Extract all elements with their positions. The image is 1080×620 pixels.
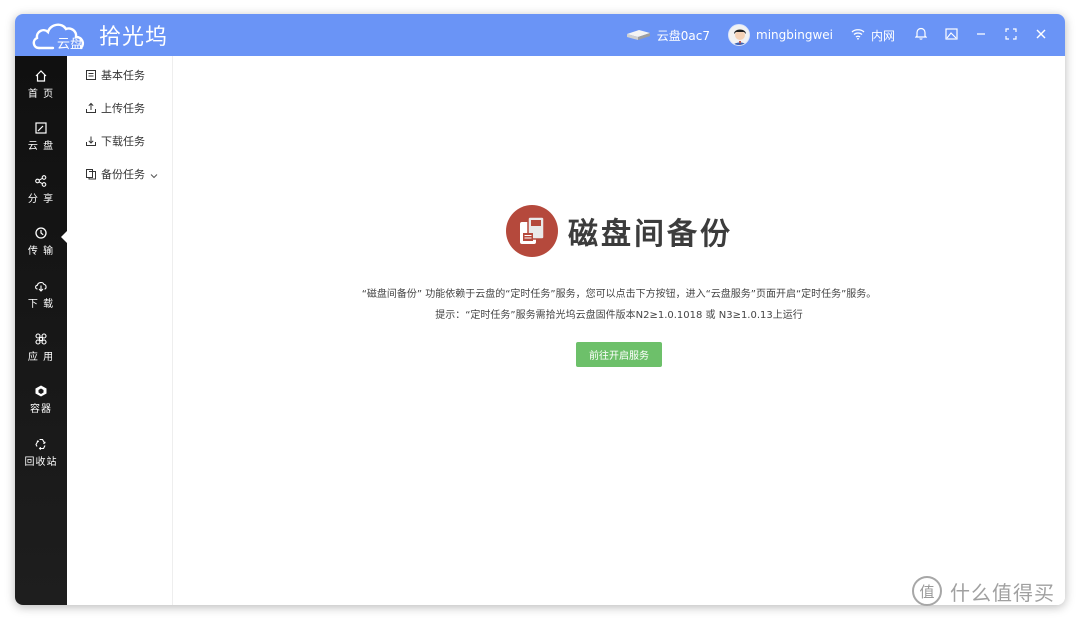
minimize-button[interactable] [973,27,989,43]
title-bar-actions: 云盘0ac7 mingbingwei 内网 [625,14,1065,56]
sidebar-item-apps[interactable]: 应 用 [15,329,67,373]
sidebar-item-container[interactable]: 容器 [15,381,67,425]
download-icon [85,135,97,147]
network-label: 内网 [870,28,895,43]
title-bar: 云盘 拾光坞 云盘0ac7 mingbingwei 内网 [15,14,1065,56]
fullscreen-button[interactable] [1003,27,1019,43]
username: mingbingwei [756,28,833,42]
avatar [728,24,751,46]
container-icon [34,383,48,397]
sidebar-item-transfer[interactable]: 传 输 [15,223,67,267]
sidebar-item-label: 容器 [30,404,52,415]
sidebar-item-home[interactable]: 首 页 [15,66,67,110]
app-window: 云盘 拾光坞 云盘0ac7 mingbingwei 内网 首 页 云 盘 分 享… [15,14,1065,605]
sidebar-item-download[interactable]: 下 载 [15,276,67,320]
subnav-item-upload-tasks[interactable]: 上传任务 [85,100,145,116]
sidebar-item-label: 首 页 [27,89,55,100]
sidebar-item-label: 云 盘 [27,141,55,152]
sidebar-item-label: 传 输 [27,246,55,257]
copy-icon [85,168,97,180]
disk-backup-icon [506,205,558,257]
main-content: 磁盘间备份 “磁盘间备份” 功能依赖于云盘的“定时任务”服务，您可以点击下方按钮… [173,56,1065,605]
subnav-item-label: 备份任务 [101,168,145,181]
chevron-down-icon [150,170,158,179]
sidebar-item-share[interactable]: 分 享 [15,171,67,215]
enable-service-button[interactable]: 前往开启服务 [576,342,662,367]
screenshot-button[interactable] [943,27,959,43]
share-icon [34,173,48,187]
transfer-subnav: 基本任务 上传任务 下载任务 备份任务 [67,56,173,605]
close-icon [1035,28,1047,43]
subnav-item-download-tasks[interactable]: 下载任务 [85,133,145,149]
device-name: 云盘0ac7 [656,28,711,43]
brand-cloud-text: 云盘 [57,37,84,52]
image-icon [944,27,958,43]
brand-logo: 云盘 拾光坞 [31,18,168,52]
watermark-logo-icon: 值 [912,576,942,606]
sidebar-item-label: 应 用 [27,352,55,363]
brand-name: 拾光坞 [99,25,169,50]
notification-button[interactable] [913,27,929,43]
upload-icon [85,102,97,114]
transfer-icon [34,225,48,239]
subnav-item-label: 下载任务 [101,135,145,148]
subnav-item-label: 上传任务 [101,102,145,115]
hard-drive-icon [625,29,651,41]
sidebar-item-label: 回收站 [24,457,58,468]
download-icon [34,278,48,292]
user-menu[interactable]: mingbingwei [728,24,833,46]
close-button[interactable] [1033,27,1049,43]
device-selector[interactable]: 云盘0ac7 [625,27,710,44]
subnav-item-basic-tasks[interactable]: 基本任务 [85,67,145,83]
feature-hero: 磁盘间备份 [506,205,733,257]
cloud-logo-icon: 云盘 [31,18,91,52]
task-list-icon [85,69,97,81]
apps-icon [34,331,48,345]
page-title: 磁盘间备份 [568,217,733,252]
firmware-hint: 提示：“定时任务”服务需拾光坞云盘固件版本N2≥1.0.1018 或 N3≥1.… [435,310,803,321]
cloud-disk-icon [34,120,48,134]
home-icon [34,68,48,82]
watermark: 值 什么值得买 [912,576,1055,606]
subnav-item-backup-tasks[interactable]: 备份任务 [85,166,158,182]
sidebar-item-label: 下 载 [27,299,55,310]
sidebar: 首 页 云 盘 分 享 传 输 下 载 应 用 容器 回收站 [15,56,67,605]
minimize-icon [975,28,987,43]
bell-icon [914,27,928,43]
feature-description: “磁盘间备份” 功能依赖于云盘的“定时任务”服务，您可以点击下方按钮，进入“云盘… [361,289,877,300]
network-status[interactable]: 内网 [851,27,895,44]
watermark-text: 什么值得买 [950,580,1055,605]
recycle-icon [34,436,48,450]
subnav-item-label: 基本任务 [101,69,145,82]
sidebar-item-recycle-bin[interactable]: 回收站 [15,434,67,478]
sidebar-item-cloud-disk[interactable]: 云 盘 [15,118,67,162]
fullscreen-icon [1005,27,1017,43]
wifi-icon [851,28,865,43]
sidebar-item-label: 分 享 [27,194,55,205]
